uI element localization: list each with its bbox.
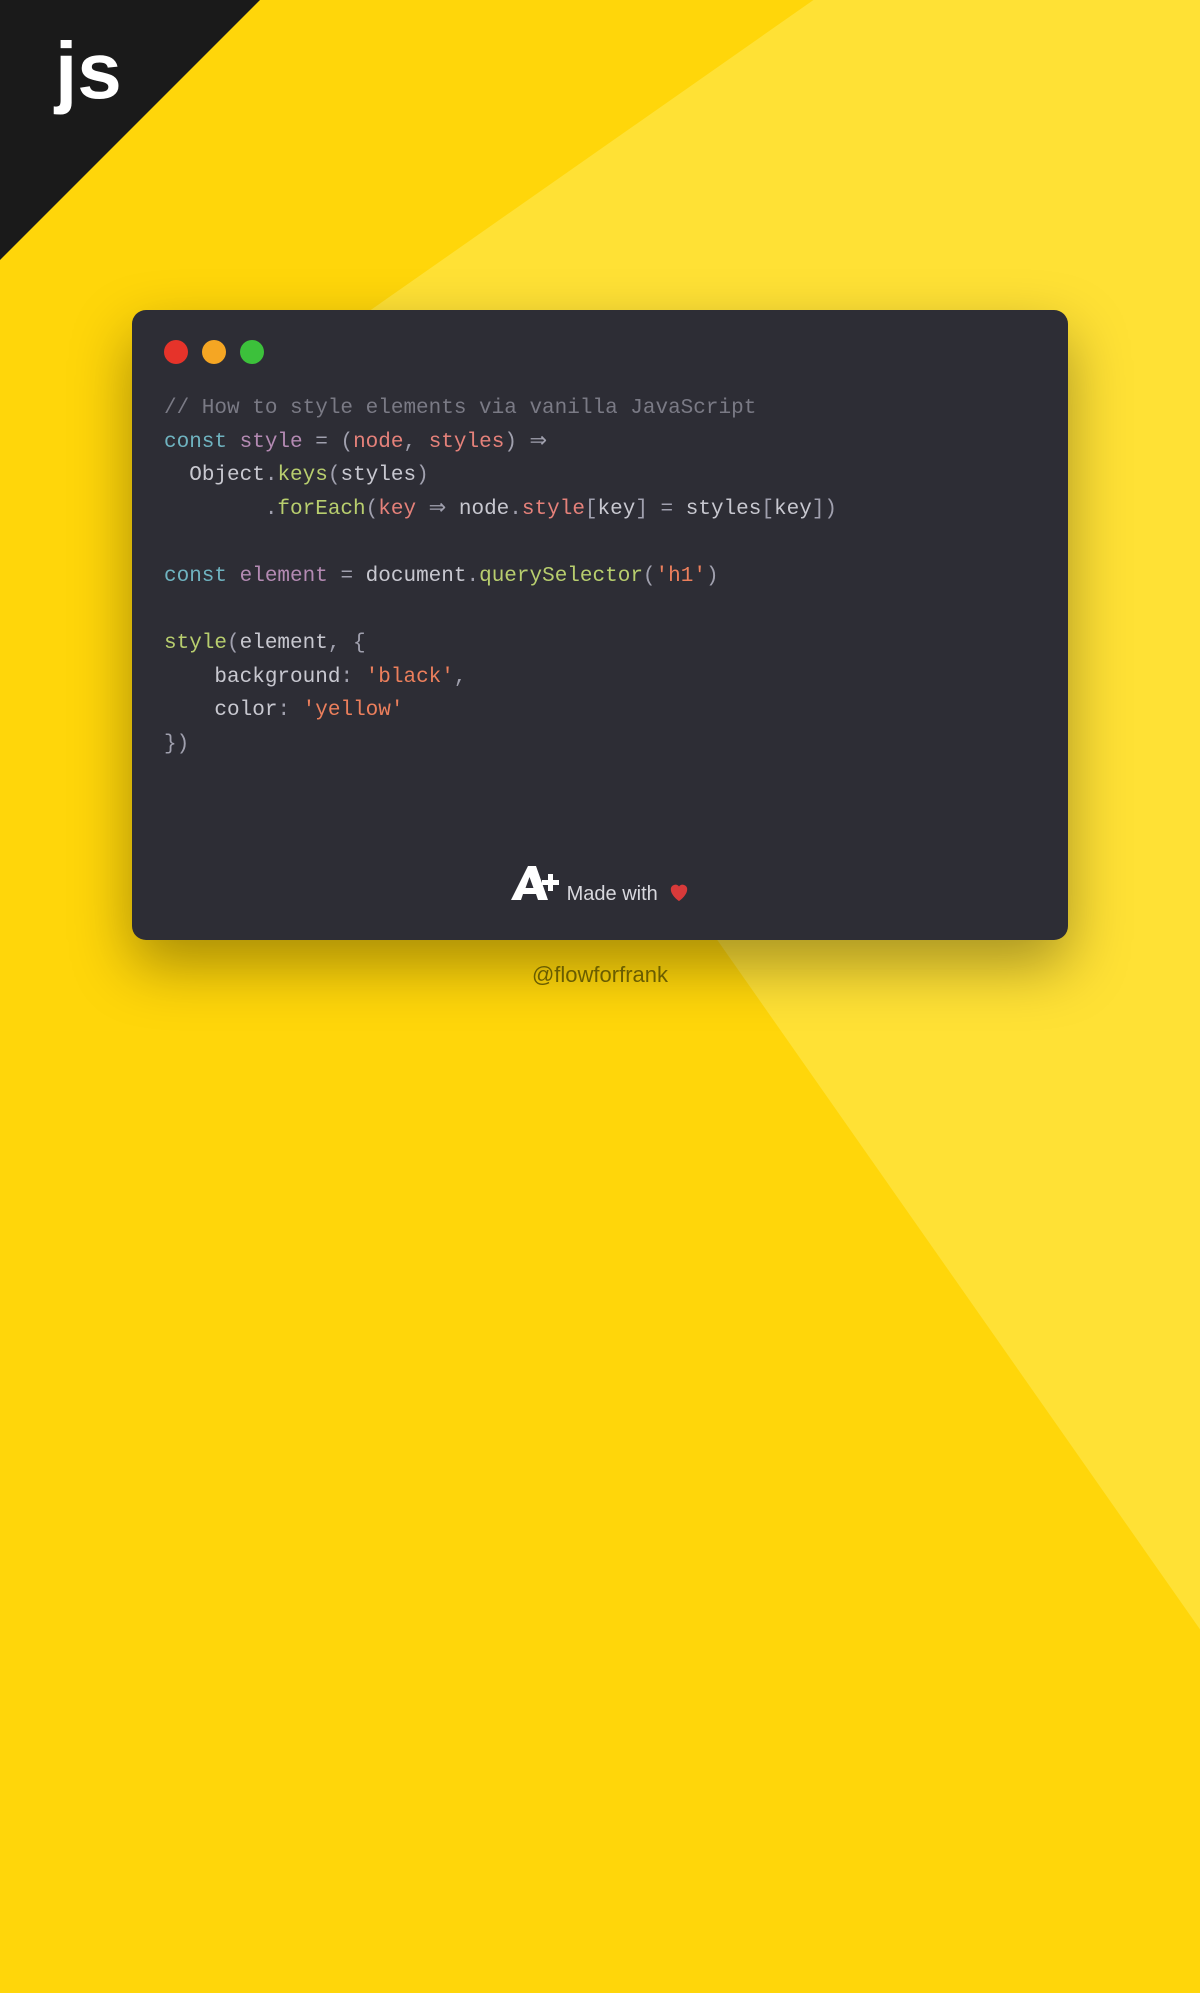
heart-icon bbox=[668, 882, 690, 908]
window-controls bbox=[164, 340, 1036, 364]
a-plus-logo bbox=[510, 866, 562, 900]
author-handle: @flowforfrank bbox=[0, 962, 1200, 988]
background-diagonal bbox=[307, 0, 1200, 1993]
corner-triangle bbox=[0, 0, 260, 260]
window-footer: Made with bbox=[132, 866, 1068, 910]
code-comment: // How to style elements via vanilla Jav… bbox=[164, 397, 756, 420]
close-icon[interactable] bbox=[164, 340, 188, 364]
code-window: // How to style elements via vanilla Jav… bbox=[132, 310, 1068, 940]
maximize-icon[interactable] bbox=[240, 340, 264, 364]
minimize-icon[interactable] bbox=[202, 340, 226, 364]
js-badge: js bbox=[55, 25, 122, 117]
code-block: // How to style elements via vanilla Jav… bbox=[164, 392, 1036, 762]
made-with-label: Made with bbox=[567, 882, 690, 908]
